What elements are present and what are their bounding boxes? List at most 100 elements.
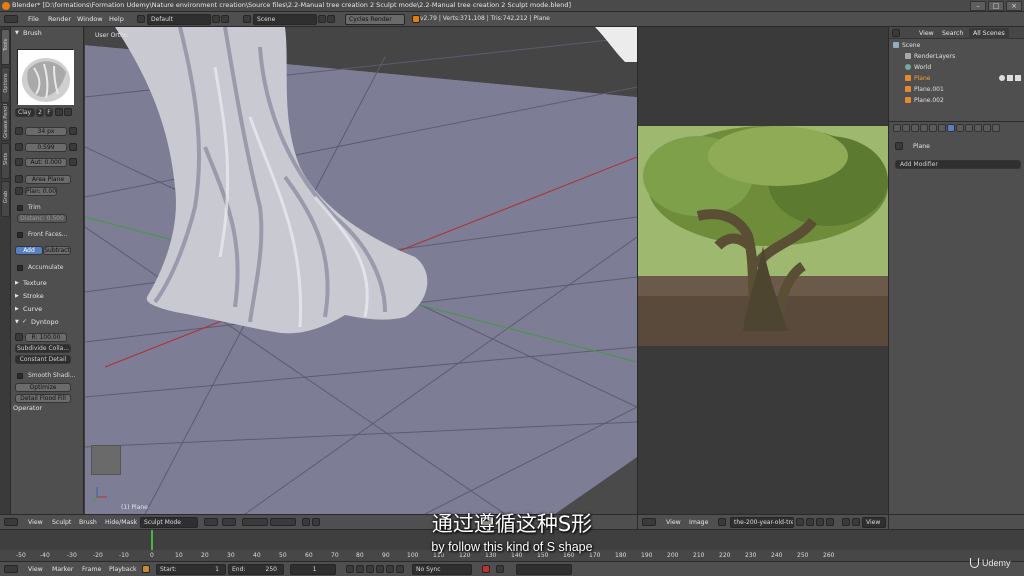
keying-icon[interactable] [496, 565, 504, 573]
radius-field[interactable]: 34 px [25, 127, 67, 136]
plane-offset-field[interactable]: Plan: 0.000 [25, 187, 57, 196]
minimize-button[interactable]: – [970, 1, 986, 11]
brush-panel-header[interactable]: Brush [13, 28, 81, 38]
trim-checkbox[interactable] [17, 205, 23, 211]
curve-panel-header[interactable]: Curve [13, 304, 81, 314]
layout-add-icon[interactable] [212, 15, 220, 23]
jump-end-icon[interactable] [396, 565, 404, 573]
scene-add-icon[interactable] [318, 15, 326, 23]
timeline-playback-menu[interactable]: Playback [109, 566, 137, 573]
strength-icon[interactable] [15, 143, 23, 151]
scene-remove-icon[interactable] [327, 15, 335, 23]
detail-icon[interactable] [15, 333, 23, 341]
add-toggle[interactable]: Add [15, 246, 43, 255]
outliner-view-menu[interactable]: View [919, 30, 934, 37]
3d-viewport[interactable]: User Ortho (1) Plane [85, 27, 637, 514]
outliner-display-mode[interactable]: All Scenes [969, 28, 1009, 39]
front-faces-checkbox[interactable] [17, 232, 23, 238]
mesh-icon [905, 75, 911, 81]
accumulate-checkbox[interactable] [17, 265, 23, 271]
plane-offset-icon[interactable] [15, 187, 23, 195]
detail-mode-select[interactable]: Constant Detail [15, 355, 71, 364]
close-button[interactable]: × [1006, 1, 1022, 11]
play-icon[interactable] [376, 565, 384, 573]
add-modifier-dropdown[interactable]: Add Modifier [895, 160, 1021, 169]
timeline-editor-icon[interactable] [4, 565, 18, 573]
editor-type-icon[interactable] [4, 15, 18, 23]
layout-remove-icon[interactable] [221, 15, 229, 23]
resolution-field[interactable]: R: 100.00 [25, 333, 67, 342]
autosmooth-icon[interactable] [15, 158, 23, 166]
tab-tools[interactable]: Tools [1, 29, 10, 65]
start-frame-field[interactable]: Start: 1 [156, 564, 226, 575]
sculpt-scene[interactable] [85, 27, 637, 514]
brush-users-field[interactable]: 2 [36, 108, 44, 117]
preview-range-icon[interactable] [142, 565, 150, 573]
scene-icon[interactable] [243, 15, 251, 23]
optimize-button[interactable]: Optimize [15, 383, 71, 392]
autosmooth-field[interactable]: Aut: 0.000 [25, 158, 67, 167]
trim-distance-field[interactable]: Distanc: 0.500 [17, 214, 67, 223]
brush-add-icon[interactable] [55, 108, 63, 116]
plane-icon[interactable] [15, 175, 23, 183]
subdiv-mode-select[interactable]: Subdivide Colla... [15, 344, 71, 353]
sync-mode-select[interactable]: No Sync [412, 564, 472, 575]
brush-remove-icon[interactable] [64, 108, 72, 116]
pin-icon[interactable] [895, 142, 903, 150]
stroke-panel-header[interactable]: Stroke [13, 291, 81, 301]
timeline-frame-menu[interactable]: Frame [82, 566, 101, 573]
radius-unit-icon[interactable] [15, 127, 23, 135]
prev-key-icon[interactable] [356, 565, 364, 573]
next-key-icon[interactable] [386, 565, 394, 573]
properties-tabs[interactable] [893, 124, 1000, 132]
outliner-row-scene[interactable]: Scene [893, 41, 1024, 51]
mesh-icon [905, 97, 911, 103]
current-frame-field[interactable]: 1 [290, 564, 336, 575]
smooth-shading-checkbox[interactable] [17, 373, 23, 379]
outliner-row-plane-001[interactable]: Plane.001 [905, 85, 1024, 95]
layout-select[interactable]: Default [147, 14, 211, 25]
screen-layout-icon[interactable] [137, 15, 145, 23]
image-editor[interactable] [637, 27, 888, 514]
keying-set-field[interactable] [516, 564, 572, 575]
maximize-button[interactable]: □ [988, 1, 1004, 11]
play-reverse-icon[interactable] [366, 565, 374, 573]
tab-slots[interactable]: Slots [1, 143, 10, 179]
menu-file[interactable]: File [28, 15, 39, 23]
outliner-row-renderlayers[interactable]: RenderLayers [905, 52, 1024, 62]
end-frame-field[interactable]: End: 250 [228, 564, 284, 575]
record-icon[interactable] [482, 565, 490, 573]
timeline-marker-menu[interactable]: Marker [52, 566, 73, 573]
outliner-row-plane-002[interactable]: Plane.002 [905, 96, 1024, 106]
menu-render[interactable]: Render [48, 15, 71, 23]
dyntopo-checkbox-icon[interactable]: ✓ [22, 317, 27, 327]
radius-pressure-icon[interactable] [69, 127, 77, 135]
subtract-toggle[interactable]: Subtract [43, 246, 71, 255]
restrict-toggles[interactable] [999, 75, 1021, 81]
timeline-view-menu[interactable]: View [28, 566, 43, 573]
outliner-row-world[interactable]: World [905, 63, 1024, 73]
nav-cube-icon[interactable] [91, 445, 121, 475]
dyntopo-panel-header[interactable]: ✓ Dyntopo [13, 317, 81, 327]
menu-window[interactable]: Window [77, 15, 103, 23]
operator-panel-header[interactable]: Operator [11, 403, 71, 413]
scene-select[interactable]: Scene [253, 14, 317, 25]
jump-start-icon[interactable] [346, 565, 354, 573]
detail-flood-fill-button[interactable]: Detail Flood Fill [15, 394, 71, 403]
render-engine-select[interactable]: Cycles Render [345, 14, 405, 25]
tab-grease-pencil[interactable]: Grease Pencil [1, 104, 10, 141]
tab-grab[interactable]: Grab [1, 181, 10, 217]
brush-name-field[interactable]: Clay [15, 108, 35, 117]
brush-preview[interactable] [17, 49, 74, 105]
tab-options[interactable]: Options [1, 67, 10, 103]
outliner-editor-icon[interactable] [892, 29, 900, 37]
outliner-search-menu[interactable]: Search [942, 30, 963, 37]
area-plane-select[interactable]: Area Plane [25, 175, 71, 184]
strength-field[interactable]: 0.599 [25, 143, 67, 152]
brush-fake-user-toggle[interactable]: F [45, 108, 53, 117]
menu-help[interactable]: Help [109, 15, 124, 23]
autosmooth-pressure-icon[interactable] [69, 158, 77, 166]
strength-pressure-icon[interactable] [69, 143, 77, 151]
texture-panel-header[interactable]: Texture [13, 278, 81, 288]
accumulate-label: Accumulate [28, 264, 64, 271]
